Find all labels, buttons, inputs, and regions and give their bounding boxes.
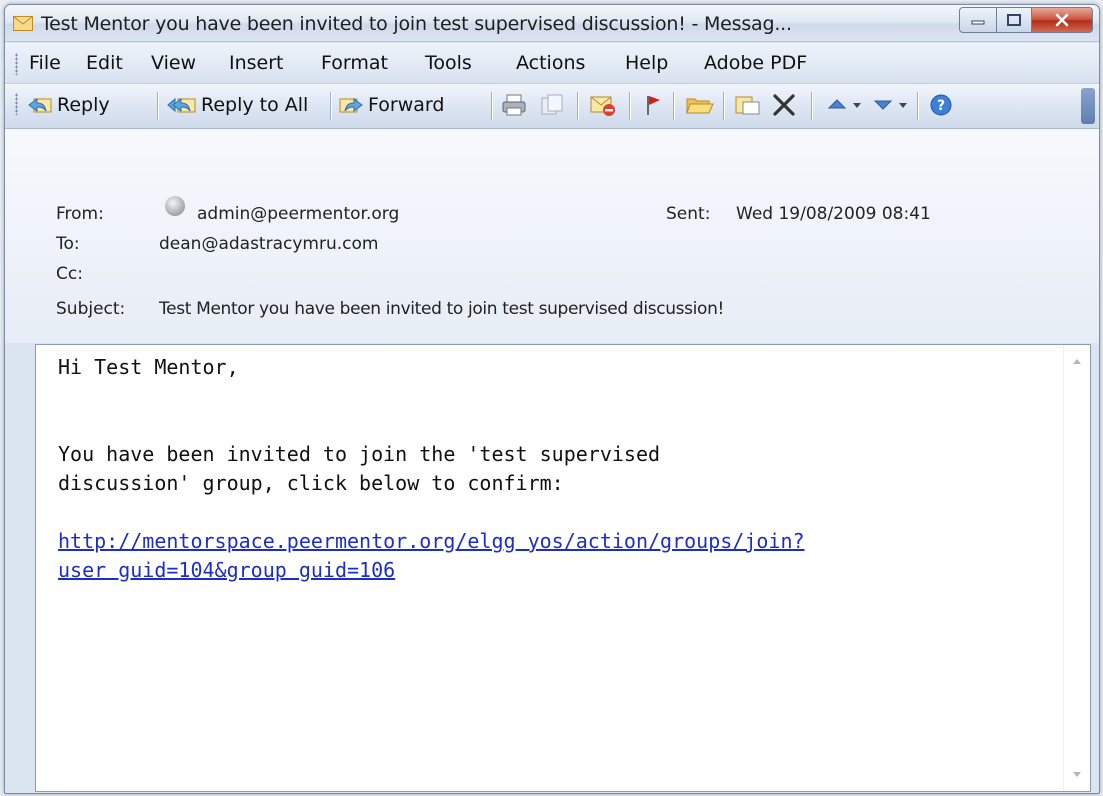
menu-adobe-pdf[interactable]: Adobe PDF [704,52,807,74]
menu-tools[interactable]: Tools [425,52,472,74]
delete-button[interactable] [771,90,797,120]
menu-file[interactable]: File [29,52,61,74]
toolbar-separator [811,92,812,120]
move-to-folder-button[interactable] [539,90,565,120]
menu-help[interactable]: Help [625,52,668,74]
from-value[interactable]: admin@peermentor.org [197,204,399,224]
toolbar-separator [491,92,492,120]
reply-all-button[interactable]: Reply to All [167,90,308,120]
menu-actions[interactable]: Actions [516,52,585,74]
help-icon: ? [930,94,952,116]
forward-label: Forward [368,94,445,116]
toolbar-separator [629,92,630,120]
reply-icon [28,98,52,113]
maximize-icon [1007,14,1021,26]
next-item-button[interactable] [871,90,911,120]
follow-up-flag-button[interactable] [643,90,663,120]
message-text: Hi Test Mentor, You have been invited to… [58,353,1048,585]
sender-avatar-icon[interactable] [165,196,185,216]
menu-format[interactable]: Format [321,52,388,74]
toolbar-overflow-button[interactable] [1081,88,1095,124]
reply-all-icon [167,97,196,113]
scroll-up-arrow-icon[interactable] [1073,359,1081,364]
print-button[interactable] [501,90,527,120]
forward-icon [339,98,363,113]
delete-x-icon [773,94,795,116]
close-icon [1055,13,1069,27]
link-line-1: http://mentorspace.peermentor.org/elgg y… [58,529,805,553]
toolbar-separator [330,92,331,120]
categorize-button[interactable] [685,90,715,120]
flag-icon [647,96,660,115]
menu-edit[interactable]: Edit [86,52,123,74]
from-label: From: [56,204,104,224]
previous-item-button[interactable] [825,90,865,120]
sent-value: Wed 19/08/2009 08:41 [736,204,931,224]
message-window: Test Mentor you have been invited to joi… [4,4,1100,794]
envelope-icon [13,16,33,31]
reply-button[interactable]: Reply [27,90,110,120]
minimize-button[interactable] [959,7,997,33]
body-line-1: You have been invited to join the 'test … [58,442,661,466]
open-folder-icon [686,98,714,114]
title-bar[interactable]: Test Mentor you have been invited to joi… [5,5,1099,42]
junk-mail-icon [590,96,615,116]
to-label: To: [56,234,80,254]
move-icon [735,96,760,115]
window-title: Test Mentor you have been invited to joi… [41,13,792,35]
message-body[interactable]: Hi Test Mentor, You have been invited to… [35,344,1091,792]
greeting-line: Hi Test Mentor, [58,355,239,379]
menu-grip-icon [15,53,18,75]
to-value[interactable]: dean@adastracymru.com [159,234,378,254]
toolbar-separator [917,92,918,120]
minimize-icon [971,20,985,25]
reply-label: Reply [57,94,110,116]
toolbar-separator [673,92,674,120]
help-button[interactable]: ? [929,90,953,120]
confirm-link[interactable]: http://mentorspace.peermentor.org/elgg y… [58,529,805,582]
toolbar-separator [157,92,158,120]
svg-text:?: ? [937,98,945,114]
menu-bar: File Edit View Insert Format Tools Actio… [5,43,1099,84]
menu-view[interactable]: View [151,52,196,74]
scroll-down-arrow-icon[interactable] [1073,772,1081,777]
toolbar-grip-icon [15,93,18,115]
body-line-2: discussion' group, click below to confir… [58,471,564,495]
sent-label: Sent: [666,204,711,224]
vertical-scrollbar[interactable] [1063,345,1090,791]
toolbar-separator [723,92,724,120]
subject-value: Test Mentor you have been invited to joi… [159,299,724,319]
move-button[interactable] [733,90,763,120]
printer-icon [502,94,526,116]
move-to-folder-icon [541,94,563,115]
cc-label: Cc: [56,264,83,284]
junk-button[interactable] [589,90,617,120]
menu-insert[interactable]: Insert [229,52,284,74]
forward-button[interactable]: Forward [338,90,444,120]
subject-label: Subject: [56,299,126,319]
previous-arrow-icon [827,99,861,109]
next-arrow-icon [873,100,907,110]
reply-all-label: Reply to All [201,94,309,116]
link-line-2: user guid=104&group guid=106 [58,558,396,582]
toolbar-separator [577,92,578,120]
close-button[interactable] [1032,7,1093,33]
toolbar: Reply Reply to All Forward ? [5,84,1099,129]
maximize-button[interactable] [997,7,1032,33]
